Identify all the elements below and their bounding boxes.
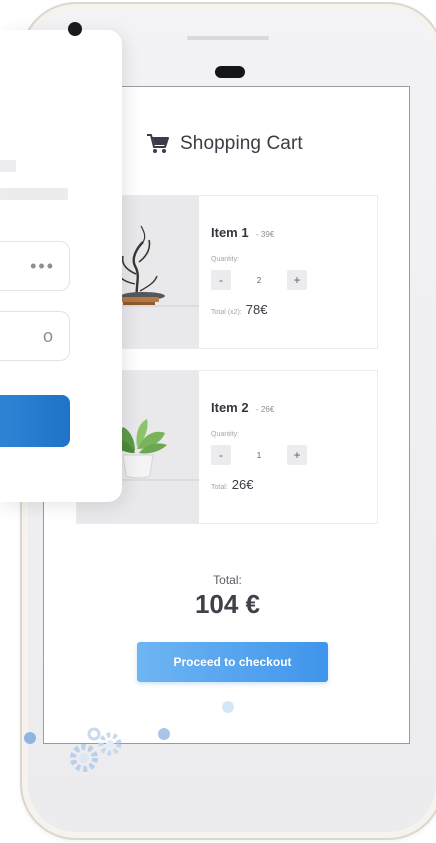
item-total-label: Total: xyxy=(211,484,228,491)
checkout-button[interactable]: Proceed to checkout xyxy=(137,642,328,682)
shopping-cart-icon xyxy=(147,134,169,153)
phone-speaker xyxy=(187,36,269,40)
item-total-value: 78€ xyxy=(245,302,268,317)
placeholder-bar xyxy=(0,188,68,200)
item-total: Total (x2): 78€ xyxy=(211,302,377,317)
login-card: ••• o xyxy=(0,30,122,502)
camera-dot xyxy=(68,22,82,36)
quantity-value[interactable]: 2 xyxy=(231,276,287,285)
page-title: Shopping Cart xyxy=(180,133,303,154)
login-button[interactable] xyxy=(0,395,70,447)
item-details: Item 1 - 39€ Quantity: - 2 + Total (x2):… xyxy=(199,196,377,348)
item-title: Item 2 - 26€ xyxy=(211,399,377,417)
quantity-stepper: - 2 + xyxy=(211,270,377,290)
increment-button[interactable]: + xyxy=(287,445,307,465)
decrement-button[interactable]: - xyxy=(211,445,231,465)
item-name: Item 1 xyxy=(211,225,249,240)
item-name: Item 2 xyxy=(211,400,249,415)
decrement-button[interactable]: - xyxy=(211,270,231,290)
item-price: - 39€ xyxy=(256,230,275,239)
decorative-dot xyxy=(24,732,36,744)
grand-total-label: Total: xyxy=(213,573,242,587)
item-total-label: Total (x2): xyxy=(211,309,242,316)
item-details: Item 2 - 26€ Quantity: - 1 + Total: 26€ xyxy=(199,371,377,523)
item-title: Item 1 - 39€ xyxy=(211,224,377,242)
quantity-stepper: - 1 + xyxy=(211,445,377,465)
item-total: Total: 26€ xyxy=(211,477,377,492)
decorative-dot xyxy=(158,728,170,740)
phone-camera xyxy=(215,66,245,78)
gears-icon xyxy=(70,727,122,772)
quantity-label: Quantity: xyxy=(211,431,240,438)
item-price: - 26€ xyxy=(256,405,275,414)
text-field[interactable]: o xyxy=(0,311,70,361)
grand-total-value: 104 € xyxy=(194,589,261,619)
placeholder-bar xyxy=(0,160,16,172)
quantity-label: Quantity: xyxy=(211,256,240,263)
cart-header: Shopping Cart xyxy=(146,133,303,155)
decorative-dot xyxy=(222,701,234,713)
item-total-value: 26€ xyxy=(231,477,254,492)
increment-button[interactable]: + xyxy=(287,270,307,290)
password-field[interactable]: ••• xyxy=(0,241,70,291)
quantity-value[interactable]: 1 xyxy=(231,451,287,460)
